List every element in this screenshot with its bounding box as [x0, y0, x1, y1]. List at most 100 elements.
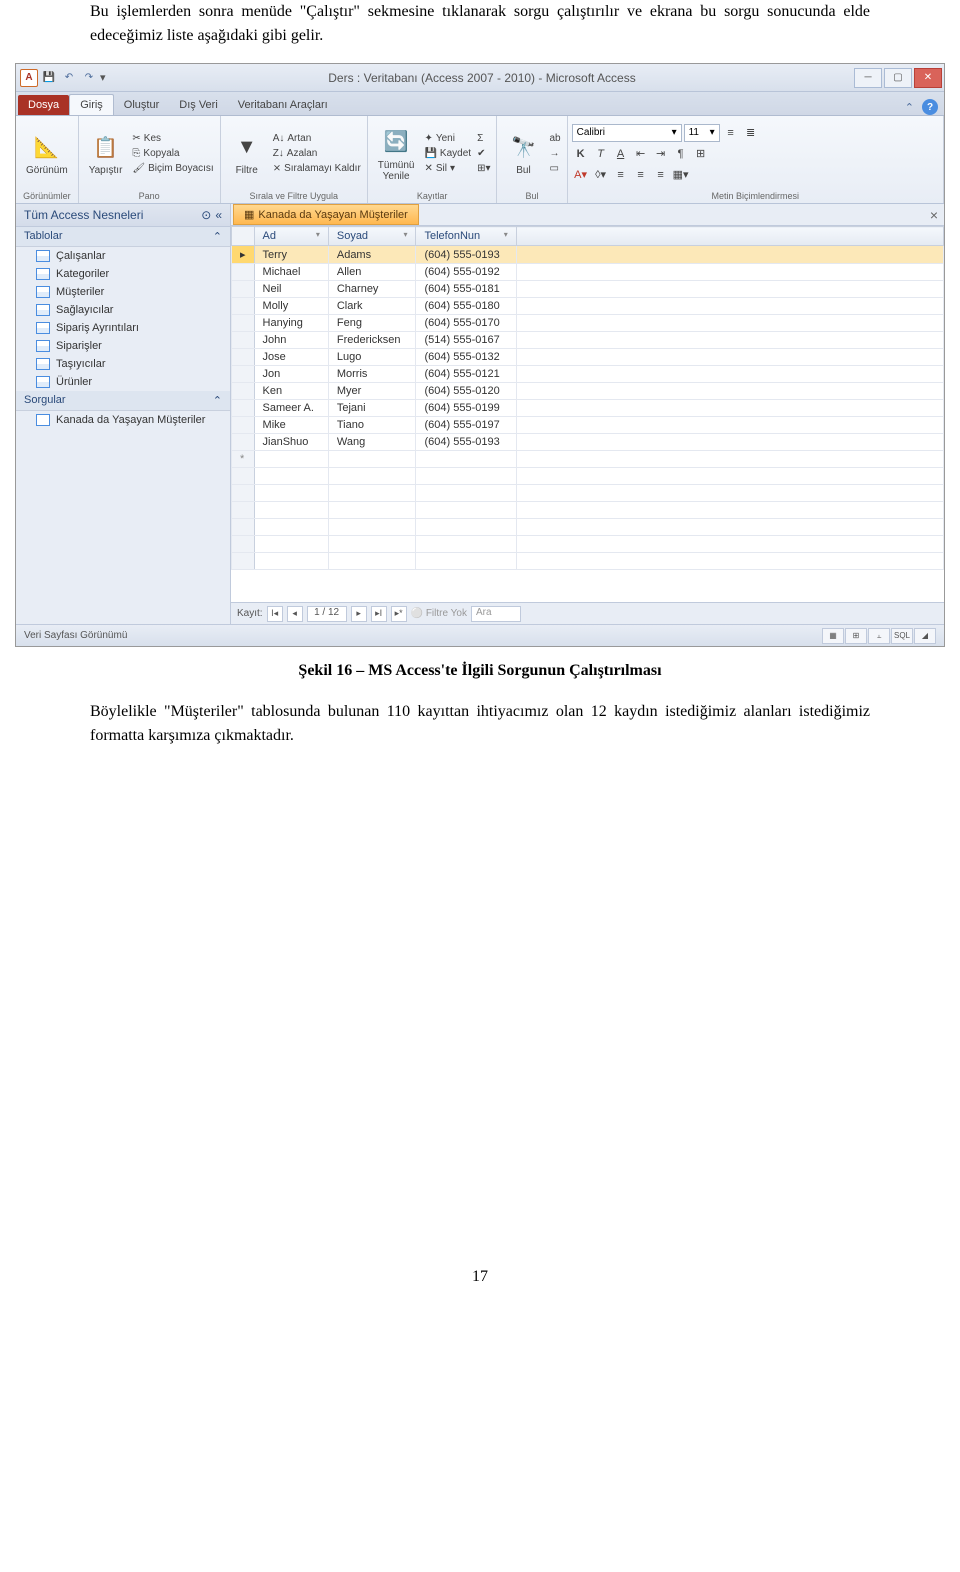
nav-next-button[interactable]: ▸	[351, 606, 367, 622]
nav-table-item[interactable]: Sipariş Ayrıntıları	[16, 319, 230, 337]
cell[interactable]: Molly	[254, 298, 328, 315]
tab-external[interactable]: Dış Veri	[169, 95, 228, 115]
table-row[interactable]: MollyClark(604) 555-0180	[232, 298, 944, 315]
nav-table-item[interactable]: Kategoriler	[16, 265, 230, 283]
column-header[interactable]: Soyad▾	[328, 227, 416, 246]
cell[interactable]: Fredericksen	[328, 332, 416, 349]
row-selector[interactable]	[232, 332, 255, 349]
cell[interactable]: Tiano	[328, 417, 416, 434]
table-row[interactable]: MikeTiano(604) 555-0197	[232, 417, 944, 434]
bullets-icon[interactable]: ≡	[722, 124, 740, 142]
row-selector[interactable]: ▸	[232, 246, 255, 264]
datasheet[interactable]: Ad▾Soyad▾TelefonNun▾ ▸TerryAdams(604) 55…	[231, 226, 944, 602]
nav-group-tables[interactable]: Tablolar⌃	[16, 227, 230, 247]
table-row[interactable]: MichaelAllen(604) 555-0192	[232, 264, 944, 281]
replace-button[interactable]: ab	[547, 132, 562, 145]
align-right-icon[interactable]: ≡	[652, 166, 670, 184]
nav-table-item[interactable]: Sağlayıcılar	[16, 301, 230, 319]
table-row[interactable]: JonMorris(604) 555-0121	[232, 366, 944, 383]
tab-create[interactable]: Oluştur	[114, 95, 169, 115]
chart-view-button[interactable]: ⫠	[868, 628, 890, 644]
sort-asc-button[interactable]: A↓Artan	[271, 132, 363, 145]
align-center-icon[interactable]: ≡	[632, 166, 650, 184]
save-record-button[interactable]: 💾Kaydet	[422, 147, 473, 160]
cell[interactable]: JianShuo	[254, 434, 328, 451]
nav-last-button[interactable]: ▸I	[371, 606, 387, 622]
indent-inc-icon[interactable]: ⇥	[652, 145, 670, 163]
column-header[interactable]: Ad▾	[254, 227, 328, 246]
select-all[interactable]	[232, 227, 255, 246]
align-left-icon[interactable]: ≡	[612, 166, 630, 184]
record-position[interactable]: 1 / 12	[307, 606, 347, 622]
font-color-button[interactable]: A▾	[572, 166, 590, 184]
cell[interactable]: Clark	[328, 298, 416, 315]
row-selector[interactable]	[232, 417, 255, 434]
find-button[interactable]: 🔭 Bul	[501, 129, 545, 178]
cut-button[interactable]: ✂Kes	[130, 132, 215, 145]
row-selector[interactable]	[232, 298, 255, 315]
qat-undo-icon[interactable]: ↶	[60, 69, 78, 87]
nav-dropdown-icon[interactable]: ⊙	[201, 208, 211, 222]
italic-button[interactable]: T	[592, 145, 610, 163]
nav-table-item[interactable]: Çalışanlar	[16, 247, 230, 265]
underline-button[interactable]: A	[612, 145, 630, 163]
record-search-input[interactable]: Ara	[471, 606, 521, 622]
more-button[interactable]: ⊞▾	[475, 162, 492, 175]
row-selector[interactable]	[232, 281, 255, 298]
column-dropdown-icon[interactable]: ▾	[504, 230, 508, 239]
row-selector[interactable]	[232, 366, 255, 383]
font-name-select[interactable]: Calibri ▾	[572, 124, 682, 142]
maximize-button[interactable]: ▢	[884, 68, 912, 88]
nav-table-item[interactable]: Siparişler	[16, 337, 230, 355]
cell[interactable]: (604) 555-0180	[416, 298, 516, 315]
font-size-select[interactable]: 11 ▾	[684, 124, 720, 142]
nav-collapse-icon[interactable]: «	[215, 208, 222, 222]
goto-button[interactable]: →	[547, 147, 562, 160]
column-header[interactable]: TelefonNun▾	[416, 227, 516, 246]
sort-desc-button[interactable]: Z↓Azalan	[271, 147, 363, 160]
painter-button[interactable]: 🖌Biçim Boyacısı	[130, 162, 215, 175]
app-icon[interactable]: A	[20, 69, 38, 87]
cell[interactable]: Allen	[328, 264, 416, 281]
row-selector[interactable]	[232, 400, 255, 417]
collapse-ribbon-icon[interactable]: ⌃	[905, 101, 914, 114]
copy-button[interactable]: ⎘Kopyala	[130, 147, 215, 160]
totals-button[interactable]: Σ	[475, 132, 492, 145]
cell[interactable]: (604) 555-0193	[416, 246, 516, 264]
cell[interactable]: Mike	[254, 417, 328, 434]
cell[interactable]: Adams	[328, 246, 416, 264]
cell[interactable]: (604) 555-0120	[416, 383, 516, 400]
cell[interactable]: (604) 555-0181	[416, 281, 516, 298]
sql-view-button[interactable]: SQL	[891, 628, 913, 644]
table-row[interactable]: JoseLugo(604) 555-0132	[232, 349, 944, 366]
qat-redo-icon[interactable]: ↷	[80, 69, 98, 87]
select-button[interactable]: ▭	[547, 162, 562, 175]
cell[interactable]: Morris	[328, 366, 416, 383]
grid-icon[interactable]: ⊞	[692, 145, 710, 163]
new-record-button[interactable]: ✦Yeni	[422, 132, 473, 145]
cell[interactable]: (604) 555-0132	[416, 349, 516, 366]
row-selector[interactable]	[232, 434, 255, 451]
cell[interactable]: Sameer A.	[254, 400, 328, 417]
nav-table-item[interactable]: Müşteriler	[16, 283, 230, 301]
cell[interactable]: (604) 555-0192	[416, 264, 516, 281]
refresh-button[interactable]: 🔄 Tümünü Yenile	[372, 124, 421, 184]
cell[interactable]: Lugo	[328, 349, 416, 366]
qat-menu-icon[interactable]: ▾	[100, 71, 110, 84]
cell[interactable]: Jose	[254, 349, 328, 366]
nav-table-item[interactable]: Ürünler	[16, 373, 230, 391]
cell[interactable]: Wang	[328, 434, 416, 451]
table-row[interactable]: JohnFredericksen(514) 555-0167	[232, 332, 944, 349]
row-selector[interactable]	[232, 383, 255, 400]
cell[interactable]: Myer	[328, 383, 416, 400]
cell[interactable]: (604) 555-0197	[416, 417, 516, 434]
column-dropdown-icon[interactable]: ▾	[316, 230, 320, 239]
delete-record-button[interactable]: ✕Sil ▾	[422, 162, 473, 175]
cell[interactable]: (514) 555-0167	[416, 332, 516, 349]
gridlines-icon[interactable]: ▦▾	[672, 166, 690, 184]
cell[interactable]: Jon	[254, 366, 328, 383]
nav-group-queries[interactable]: Sorgular⌃	[16, 391, 230, 411]
cell[interactable]: Ken	[254, 383, 328, 400]
no-filter-label[interactable]: ⚪ Filtre Yok	[411, 608, 467, 619]
cell[interactable]: (604) 555-0193	[416, 434, 516, 451]
